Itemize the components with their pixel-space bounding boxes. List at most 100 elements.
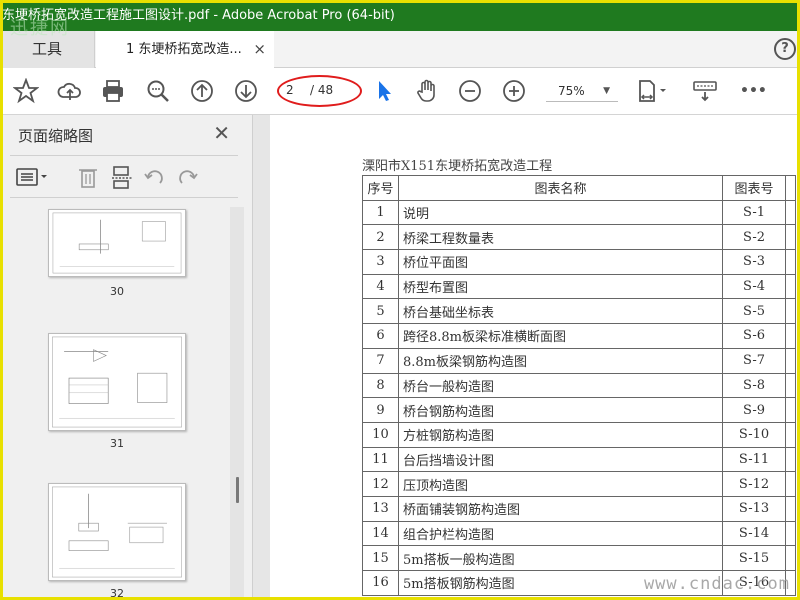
trash-icon[interactable] (76, 165, 100, 189)
window-titlebar: 东埂桥拓宽改造工程施工图设计.pdf - Adobe Acrobat Pro (… (0, 0, 800, 31)
table-cell (785, 273, 796, 300)
table-cell: 7 (362, 347, 399, 374)
table-cell: 压顶构造图 (398, 471, 723, 497)
table-cell: S-15 (722, 545, 786, 571)
table-cell (785, 471, 796, 497)
table-cell: 16 (362, 570, 399, 596)
panel-title: 页面缩略图 (18, 127, 94, 145)
panel-tools (10, 163, 238, 193)
table-cell: 11 (362, 446, 399, 473)
insert-page-icon[interactable] (110, 165, 134, 189)
table-cell: 桥台基础坐标表 (398, 298, 723, 325)
star-icon[interactable] (12, 77, 40, 104)
table-cell: S-2 (722, 224, 786, 251)
highlight-ellipse (277, 75, 362, 107)
table-row: 5 桥台基础坐标表 S-5 (362, 298, 796, 325)
table-row: 15 5m搭板一般构造图 S-15 (362, 545, 796, 571)
fit-page-icon[interactable] (636, 78, 670, 104)
hand-icon[interactable] (414, 78, 440, 104)
options-menu-icon[interactable] (16, 165, 50, 189)
site-watermark: www.cndac.com (643, 574, 790, 594)
table-cell (785, 421, 796, 448)
table-cell: 1 (362, 199, 399, 226)
table-cell: S-12 (722, 471, 786, 497)
thumbnail-scrollbar[interactable] (230, 207, 244, 597)
document-heading: 溧阳市X151东埂桥拓宽改造工程 (362, 159, 553, 174)
chevron-down-icon: ▼ (603, 86, 610, 96)
table-cell: 3 (362, 249, 399, 275)
rotate-left-icon[interactable] (142, 165, 166, 189)
divider (10, 197, 238, 198)
table-cell: S-4 (722, 273, 786, 300)
table-cell (785, 199, 796, 226)
tab-document-label: 1 东埂桥拓宽改造... (126, 42, 242, 57)
pdf-page: 溧阳市X151东埂桥拓宽改造工程 序号 图表名称 图表号 1 说明 S-1 2 桥梁工程… (270, 115, 800, 600)
table-cell: 12 (362, 471, 399, 497)
rotate-right-icon[interactable] (176, 165, 200, 189)
drawing-index-table: 序号 图表名称 图表号 1 说明 S-1 2 桥梁工程数量表 S-2 3 桥位平面图 S-3 4 桥… (362, 175, 796, 596)
table-cell (785, 298, 796, 325)
table-cell: 桥梁工程数量表 (398, 224, 723, 251)
page-thumbnail[interactable] (48, 209, 186, 277)
search-zoom-icon[interactable] (145, 78, 171, 104)
zoom-in-icon[interactable] (501, 78, 527, 104)
table-cell (785, 520, 796, 547)
table-cell: 桥台钢筋构造图 (398, 397, 723, 423)
table-cell: 8 (362, 372, 399, 399)
document-viewport: 溧阳市X151东埂桥拓宽改造工程 序号 图表名称 图表号 1 说明 S-1 2 桥梁工程… (253, 115, 800, 600)
table-header-row: 序号 图表名称 图表号 (362, 175, 796, 201)
thumbnail-list: 30 31 32 (10, 205, 228, 600)
table-cell: S-13 (722, 495, 786, 522)
more-icon[interactable]: ••• (740, 78, 767, 104)
thumbnail-label: 31 (110, 437, 124, 450)
table-cell: 桥台一般构造图 (398, 372, 723, 399)
thumbnail-label: 30 (110, 285, 124, 298)
print-icon[interactable] (100, 78, 126, 104)
table-row: 14 组合护栏构造图 S-14 (362, 520, 796, 547)
table-cell (785, 323, 796, 349)
table-row: 8 桥台一般构造图 S-8 (362, 372, 796, 399)
table-cell: 说明 (398, 199, 723, 226)
table-cell: 5m搭板一般构造图 (398, 545, 723, 571)
close-icon[interactable]: ✕ (213, 121, 230, 145)
select-cursor-icon[interactable] (372, 78, 398, 104)
page-thumbnail[interactable] (48, 483, 186, 581)
table-cell: S-8 (722, 372, 786, 399)
table-row: 2 桥梁工程数量表 S-2 (362, 224, 796, 251)
divider (10, 155, 238, 156)
table-row: 3 桥位平面图 S-3 (362, 249, 796, 275)
table-cell: 2 (362, 224, 399, 251)
table-row: 9 桥台钢筋构造图 S-9 (362, 397, 796, 423)
page-up-icon[interactable] (189, 78, 215, 104)
table-cell: S-9 (722, 397, 786, 423)
tab-bar: 工具 1 东埂桥拓宽改造... × ? (0, 31, 800, 68)
table-row: 1 说明 S-1 (362, 199, 796, 226)
tab-document[interactable]: 1 东埂桥拓宽改造... × (96, 31, 274, 68)
keyboard-icon[interactable] (692, 78, 718, 104)
table-cell: 桥型布置图 (398, 273, 723, 300)
table-row: 4 桥型布置图 S-4 (362, 273, 796, 300)
table-cell: S-3 (722, 249, 786, 275)
table-row: 11 台后挡墙设计图 S-11 (362, 446, 796, 473)
table-row: 13 桥面铺装钢筋构造图 S-13 (362, 495, 796, 522)
zoom-select[interactable]: 75% ▼ (546, 80, 618, 102)
table-row: 10 方桩钢筋构造图 S-10 (362, 421, 796, 448)
cloud-upload-icon[interactable] (57, 78, 83, 104)
table-cell (785, 446, 796, 473)
table-cell (785, 224, 796, 251)
column-header: 图表号 (722, 175, 786, 201)
table-cell: 跨径8.8m板梁标准横断面图 (398, 323, 723, 349)
table-cell (785, 372, 796, 399)
scrollbar-thumb[interactable] (236, 477, 239, 503)
help-icon[interactable]: ? (774, 38, 796, 60)
zoom-out-icon[interactable] (457, 78, 483, 104)
table-cell: 方桩钢筋构造图 (398, 421, 723, 448)
site-watermark: 迅捷网 (10, 18, 70, 39)
table-cell: S-10 (722, 421, 786, 448)
table-cell: 组合护栏构造图 (398, 520, 723, 547)
table-row: 6 跨径8.8m板梁标准横断面图 S-6 (362, 323, 796, 349)
table-cell (785, 249, 796, 275)
page-down-icon[interactable] (233, 78, 259, 104)
close-icon[interactable]: × (253, 31, 266, 68)
page-thumbnail[interactable] (48, 333, 186, 431)
